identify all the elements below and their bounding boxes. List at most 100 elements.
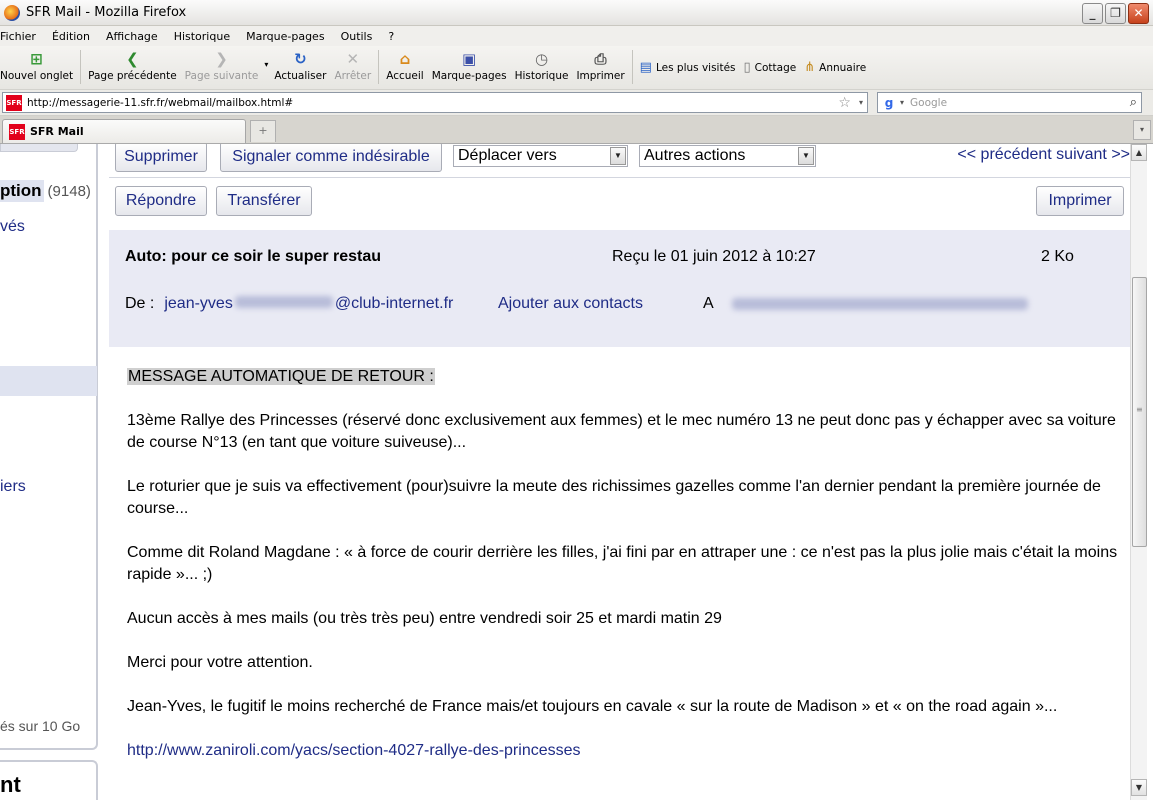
clock-icon: ◷ <box>534 50 549 68</box>
add-to-contacts-link[interactable]: Ajouter aux contacts <box>498 295 643 313</box>
new-tab-label: Nouvel onglet <box>0 70 74 82</box>
other-actions-select[interactable]: Autres actions ▼ <box>639 145 816 167</box>
new-tab-icon: ⊞ <box>30 50 43 68</box>
tab-title: SFR Mail <box>30 125 84 138</box>
close-button[interactable]: ✕ <box>1128 3 1149 24</box>
print-message-button[interactable]: Imprimer <box>1036 186 1124 216</box>
search-placeholder[interactable]: Google <box>910 97 1130 109</box>
sidebar-bottom-title: nt <box>0 772 21 797</box>
sender-name: jean-yves <box>164 295 233 312</box>
menu-outils[interactable]: Outils <box>341 30 373 43</box>
home-icon: ⌂ <box>399 50 411 68</box>
reply-button[interactable]: Répondre <box>115 186 207 216</box>
move-to-value: Déplacer vers <box>458 147 557 164</box>
menu-affichage[interactable]: Affichage <box>106 30 158 43</box>
google-icon[interactable]: g <box>880 95 898 111</box>
sender-domain: @club-internet.fr <box>334 295 454 312</box>
menu-marque-pages[interactable]: Marque-pages <box>246 30 324 43</box>
stop-button[interactable]: ✕ Arrêter <box>330 46 375 82</box>
delete-button[interactable]: Supprimer <box>115 144 207 172</box>
back-button[interactable]: ❮ Page précédente <box>84 46 181 82</box>
inbox-label: ption <box>0 180 44 202</box>
mail-view: Supprimer Signaler comme indésirable Dép… <box>109 144 1130 800</box>
menu-historique[interactable]: Historique <box>174 30 230 43</box>
toolbar-separator <box>631 50 633 84</box>
home-button[interactable]: ⌂ Accueil <box>382 46 428 82</box>
page-icon: ▯ <box>743 60 751 75</box>
history-button[interactable]: ◷ Historique <box>511 46 573 82</box>
message-subject: Auto: pour ce soir le super restau <box>125 248 382 265</box>
annuaire-icon: ⋔ <box>804 60 816 75</box>
vertical-scrollbar[interactable]: ▲ ≡ ▼ <box>1130 144 1147 800</box>
bookmark-cottage[interactable]: ▯ Cottage <box>744 60 797 75</box>
body-paragraph: Aucun accès à mes mails (ou très très pe… <box>127 610 722 627</box>
bookmarks-label: Marque-pages <box>431 70 507 82</box>
redacted-sender <box>234 296 333 308</box>
most-visited-icon: ▤ <box>639 60 652 75</box>
new-tab-icon[interactable]: + <box>250 120 276 142</box>
url-dropdown-icon[interactable]: ▾ <box>859 98 863 107</box>
address-text[interactable]: http://messagerie-11.sfr.fr/webmail/mail… <box>27 97 838 109</box>
tab-list-dropdown-icon[interactable]: ▾ <box>1133 120 1151 140</box>
scroll-down-icon[interactable]: ▼ <box>1131 779 1147 796</box>
report-spam-button[interactable]: Signaler comme indésirable <box>220 144 442 172</box>
bookmark-annuaire-label: Annuaire <box>819 61 867 74</box>
page-content: ption (9148) vés iers és sur 10 Go nt Su… <box>0 144 1153 800</box>
sidebar-item-selected[interactable] <box>0 366 97 396</box>
search-engine-dropdown-icon[interactable]: ▾ <box>900 98 904 107</box>
scroll-up-icon[interactable]: ▲ <box>1131 144 1147 161</box>
bookmarks-button[interactable]: ▣ Marque-pages <box>428 46 511 82</box>
bookmark-star-icon[interactable]: ☆ <box>838 95 851 111</box>
address-bar[interactable]: SFR http://messagerie-11.sfr.fr/webmail/… <box>2 92 868 113</box>
sidebar-top-tab <box>0 144 78 152</box>
history-dropdown-button[interactable]: ▾ <box>262 46 270 69</box>
window-titlebar: SFR Mail - Mozilla Firefox _ ❐ ✕ <box>0 0 1153 26</box>
dropdown-arrow-icon: ▾ <box>264 60 269 69</box>
previous-link[interactable]: << précédent <box>957 146 1051 163</box>
sidebar-item-folders[interactable]: iers <box>0 478 26 496</box>
new-tab-button[interactable]: ⊞ Nouvel onglet <box>0 46 77 82</box>
forward-button[interactable]: Transférer <box>216 186 312 216</box>
minimize-button[interactable]: _ <box>1082 3 1103 24</box>
message-size: 2 Ko <box>1041 248 1074 265</box>
menu-fichier[interactable]: Fichier <box>0 30 36 43</box>
auto-reply-title: MESSAGE AUTOMATIQUE DE RETOUR : <box>127 368 435 385</box>
tab-bar: SFR SFR Mail + ▾ <box>0 116 1153 144</box>
forward-label: Page suivante <box>184 70 259 82</box>
sidebar-item-inbox[interactable]: ption (9148) <box>0 180 91 202</box>
stop-icon: ✕ <box>346 50 360 68</box>
menu-help[interactable]: ? <box>388 30 394 43</box>
reload-button[interactable]: ↻ Actualiser <box>270 46 330 82</box>
chevron-down-icon[interactable]: ▼ <box>798 147 814 165</box>
maximize-button[interactable]: ❐ <box>1105 3 1126 24</box>
chevron-down-icon[interactable]: ▼ <box>610 147 626 165</box>
search-bar[interactable]: g ▾ Google ⌕ <box>877 92 1142 113</box>
next-link[interactable]: suivant >> <box>1056 146 1130 163</box>
message-from: De : jean-yves @club-internet.fr <box>125 295 453 313</box>
move-to-select[interactable]: Déplacer vers ▼ <box>453 145 628 167</box>
bookmark-cottage-label: Cottage <box>754 61 797 74</box>
bookmark-most-visited-label: Les plus visités <box>655 61 736 74</box>
body-paragraph: 13ème Rallye des Princesses (réservé don… <box>127 412 1116 451</box>
sender-address[interactable]: jean-yves @club-internet.fr <box>164 295 453 313</box>
back-label: Page précédente <box>88 70 177 82</box>
sidebar-item-saved[interactable]: vés <box>0 218 25 236</box>
forward-button[interactable]: ❯ Page suivante <box>181 46 263 82</box>
navigation-toolbar: ⊞ Nouvel onglet ❮ Page précédente ❯ Page… <box>0 46 1153 90</box>
body-paragraph: Comme dit Roland Magdane : « à force de … <box>127 544 1118 583</box>
scrollbar-thumb[interactable]: ≡ <box>1132 277 1147 547</box>
message-action-bar: Supprimer Signaler comme indésirable Dép… <box>109 144 1130 178</box>
message-navigation: << précédent suivant >> <box>957 146 1130 164</box>
url-toolbar: SFR http://messagerie-11.sfr.fr/webmail/… <box>0 90 1153 116</box>
search-icon[interactable]: ⌕ <box>1130 95 1137 110</box>
print-button[interactable]: ⎙ Imprimer <box>572 46 628 82</box>
window-controls: _ ❐ ✕ <box>1082 3 1149 24</box>
message-body: MESSAGE AUTOMATIQUE DE RETOUR : 13ème Ra… <box>127 366 1127 784</box>
menu-edition[interactable]: Édition <box>52 30 90 43</box>
tab-sfr-mail[interactable]: SFR SFR Mail <box>2 119 246 143</box>
bookmark-most-visited[interactable]: ▤ Les plus visités <box>640 60 736 75</box>
message-received-date: Reçu le 01 juin 2012 à 10:27 <box>612 248 816 265</box>
rallye-link[interactable]: http://www.zaniroli.com/yacs/section-402… <box>127 742 581 759</box>
bookmark-annuaire[interactable]: ⋔ Annuaire <box>804 60 866 75</box>
reload-icon: ↻ <box>294 50 307 68</box>
